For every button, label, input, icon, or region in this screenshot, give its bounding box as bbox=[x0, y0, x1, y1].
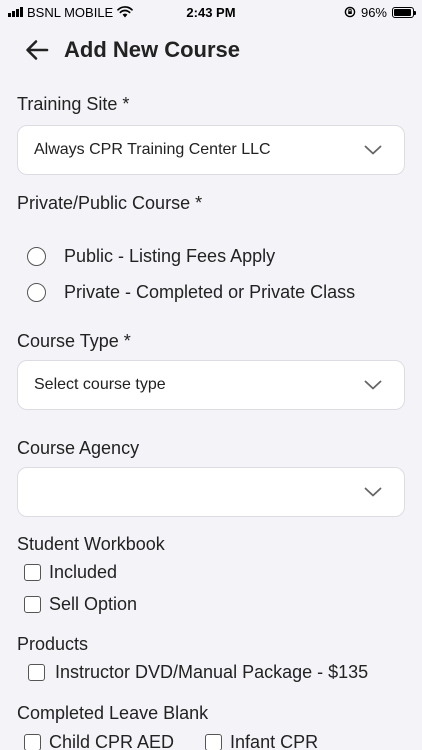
checkbox[interactable] bbox=[28, 664, 45, 681]
privacy-label: Private/Public Course * bbox=[17, 193, 203, 213]
chevron-down-icon bbox=[364, 380, 382, 390]
training-site-label: Training Site * bbox=[17, 94, 130, 114]
checkbox[interactable] bbox=[24, 734, 41, 750]
checkbox[interactable] bbox=[24, 564, 41, 581]
student-workbook-label: Student Workbook bbox=[17, 534, 165, 554]
checkbox-instructor-package[interactable]: Instructor DVD/Manual Package - $135 bbox=[17, 662, 405, 683]
radio-private[interactable]: Private - Completed or Private Class bbox=[17, 282, 405, 303]
course-type-select[interactable]: Select course type bbox=[17, 360, 405, 410]
status-right: 96% bbox=[344, 4, 416, 20]
battery-icon bbox=[392, 6, 416, 18]
course-agency-select[interactable] bbox=[17, 467, 405, 517]
checkbox[interactable] bbox=[24, 596, 41, 613]
course-type-placeholder: Select course type bbox=[34, 376, 166, 393]
radio-private-label: Private - Completed or Private Class bbox=[64, 282, 356, 302]
page-title: Add New Course bbox=[64, 37, 241, 62]
checkbox-sell-option[interactable]: Sell Option bbox=[17, 594, 405, 615]
radio-public-label: Public - Listing Fees Apply bbox=[64, 246, 276, 266]
carrier-name: BSNL MOBILE bbox=[27, 4, 114, 20]
products-label: Products bbox=[17, 634, 89, 654]
checkbox-included-label: Included bbox=[49, 562, 118, 582]
checkbox-infant-cpr-label: Infant CPR bbox=[230, 732, 319, 750]
checkbox-child-cpr-aed[interactable]: Child CPR AED bbox=[17, 732, 174, 750]
checkbox[interactable] bbox=[205, 734, 223, 750]
battery-percent: 96% bbox=[360, 4, 387, 20]
checkbox-included[interactable]: Included bbox=[17, 562, 405, 583]
arrow-left-icon bbox=[26, 40, 49, 60]
signal-icon bbox=[8, 7, 23, 17]
training-site-value: Always CPR Training Center LLC bbox=[34, 141, 271, 158]
status-left: BSNL MOBILE bbox=[8, 4, 134, 20]
orientation-lock-icon bbox=[344, 6, 356, 18]
course-form: Training Site * Always CPR Training Cent… bbox=[17, 92, 405, 750]
radio-button[interactable] bbox=[27, 247, 46, 266]
status-bar: BSNL MOBILE 2:43 PM 96% bbox=[0, 0, 422, 24]
radio-public[interactable]: Public - Listing Fees Apply bbox=[17, 246, 405, 267]
chevron-down-icon bbox=[364, 487, 382, 497]
checkbox-sell-option-label: Sell Option bbox=[49, 594, 138, 614]
checkbox-instructor-package-label: Instructor DVD/Manual Package - $135 bbox=[55, 662, 369, 682]
checkbox-infant-cpr[interactable]: Infant CPR bbox=[198, 732, 318, 750]
checkbox-child-cpr-aed-label: Child CPR AED bbox=[49, 732, 175, 750]
back-button[interactable] bbox=[24, 37, 50, 63]
completed-options-row: Child CPR AED Infant CPR bbox=[17, 732, 405, 750]
course-agency-label: Course Agency bbox=[17, 438, 140, 458]
radio-button[interactable] bbox=[27, 283, 46, 302]
chevron-down-icon bbox=[364, 145, 382, 155]
completed-leave-blank-label: Completed Leave Blank bbox=[17, 703, 209, 723]
wifi-icon bbox=[117, 6, 134, 18]
training-site-select[interactable]: Always CPR Training Center LLC bbox=[17, 125, 405, 175]
header: Add New Course bbox=[24, 32, 406, 68]
course-type-label: Course Type * bbox=[17, 331, 131, 351]
